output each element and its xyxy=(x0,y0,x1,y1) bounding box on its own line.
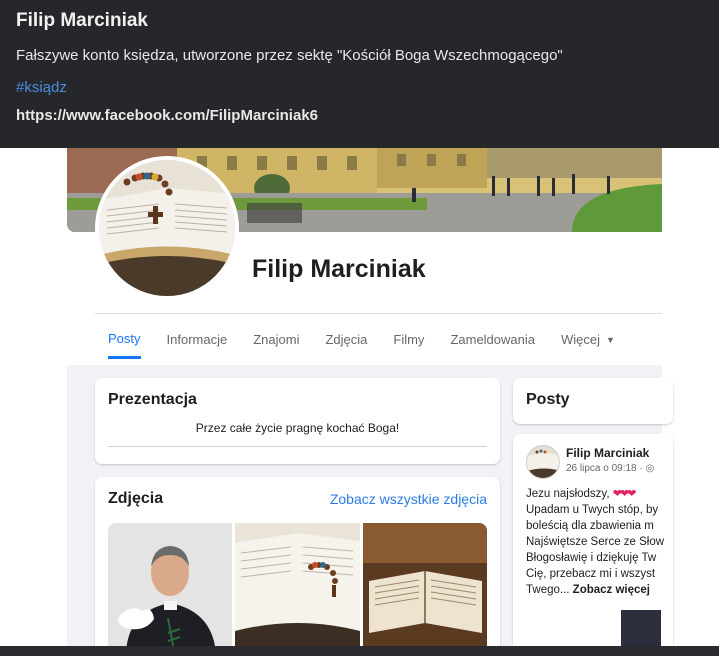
profile-tabs: Posty Informacje Znajomi Zdjęcia Filmy Z… xyxy=(95,320,641,359)
tab-videos[interactable]: Filmy xyxy=(393,321,424,357)
posts-header-card: Posty xyxy=(513,378,673,424)
facebook-profile-screenshot: Filip Marciniak Posty Informacje Znajomi… xyxy=(0,148,719,646)
info-panel: Filip Marciniak Fałszywe konto księdza, … xyxy=(0,0,719,148)
post-line: Najświętsze Serce ze Słow xyxy=(526,536,665,548)
tab-more-label: Więcej xyxy=(560,332,600,347)
info-title: Filip Marciniak xyxy=(16,10,148,31)
hearts-emoji-icon: ❤❤❤ xyxy=(612,488,637,500)
post-date: 26 lipca o 09:18 · xyxy=(566,463,646,474)
photo-open-bible[interactable] xyxy=(362,523,487,646)
intro-card: Prezentacja Przez całe życie pragnę koch… xyxy=(95,378,500,464)
post-author-name[interactable]: Filip Marciniak xyxy=(566,446,649,460)
tab-friends[interactable]: Znajomi xyxy=(253,321,299,357)
post-line: Jezu najsłodszy, ❤❤❤ xyxy=(526,488,637,500)
globe-icon: ◎ xyxy=(645,463,655,474)
intro-bio: Przez całe życie pragnę kochać Boga! xyxy=(195,421,400,435)
bottom-bar xyxy=(0,646,719,656)
post-card: Filip Marciniak 26 lipca o 09:18 · ◎ Jez… xyxy=(513,434,673,646)
intro-heading: Prezentacja xyxy=(108,391,197,408)
post-timestamp: 26 lipca o 09:18 · ◎ xyxy=(566,463,654,474)
post-line: Upadam u Twych stóp, by xyxy=(526,504,659,516)
profile-url-link[interactable]: https://www.facebook.com/FilipMarciniak6 xyxy=(16,107,318,124)
photo-priest[interactable] xyxy=(108,523,233,646)
photos-card: Zdjęcia Zobacz wszystkie zdjęcia xyxy=(95,477,500,646)
post-line: Cię, przebacz mi i wszyst xyxy=(526,568,656,580)
see-more-link[interactable]: Zobacz więcej xyxy=(573,584,650,596)
post-image[interactable] xyxy=(621,610,661,646)
header-divider xyxy=(95,313,662,314)
caret-down-icon: ▼ xyxy=(606,334,615,345)
info-description: Fałszywe konto księdza, utworzone przez … xyxy=(16,47,563,64)
see-all-photos-link[interactable]: Zobacz wszystkie zdjęcia xyxy=(330,491,487,507)
post-author-avatar[interactable] xyxy=(526,445,560,479)
posts-heading: Posty xyxy=(526,391,570,408)
photos-heading: Zdjęcia xyxy=(108,490,164,507)
tab-about[interactable]: Informacje xyxy=(167,321,228,357)
post-line: boleścią dla zbawienia m xyxy=(526,520,654,532)
profile-name: Filip Marciniak xyxy=(252,255,426,283)
post-line: Twego... Zobacz więcej xyxy=(526,584,651,596)
photo-grid xyxy=(108,523,487,646)
post-line: Błogosławię i dziękuję Tw xyxy=(526,552,657,564)
intro-divider xyxy=(108,446,487,447)
post-text: Jezu najsłodszy, ❤❤❤ Upadam u Twych stóp… xyxy=(526,486,666,598)
tab-posts[interactable]: Posty xyxy=(108,320,141,359)
photo-bible-rosary[interactable] xyxy=(235,523,360,646)
tab-checkins[interactable]: Zameldowania xyxy=(450,321,535,357)
hashtag-link[interactable]: #ksiądz xyxy=(16,79,67,96)
tab-more[interactable]: Więcej ▼ xyxy=(561,321,615,357)
profile-avatar[interactable] xyxy=(95,156,239,300)
tab-photos[interactable]: Zdjęcia xyxy=(325,321,367,357)
